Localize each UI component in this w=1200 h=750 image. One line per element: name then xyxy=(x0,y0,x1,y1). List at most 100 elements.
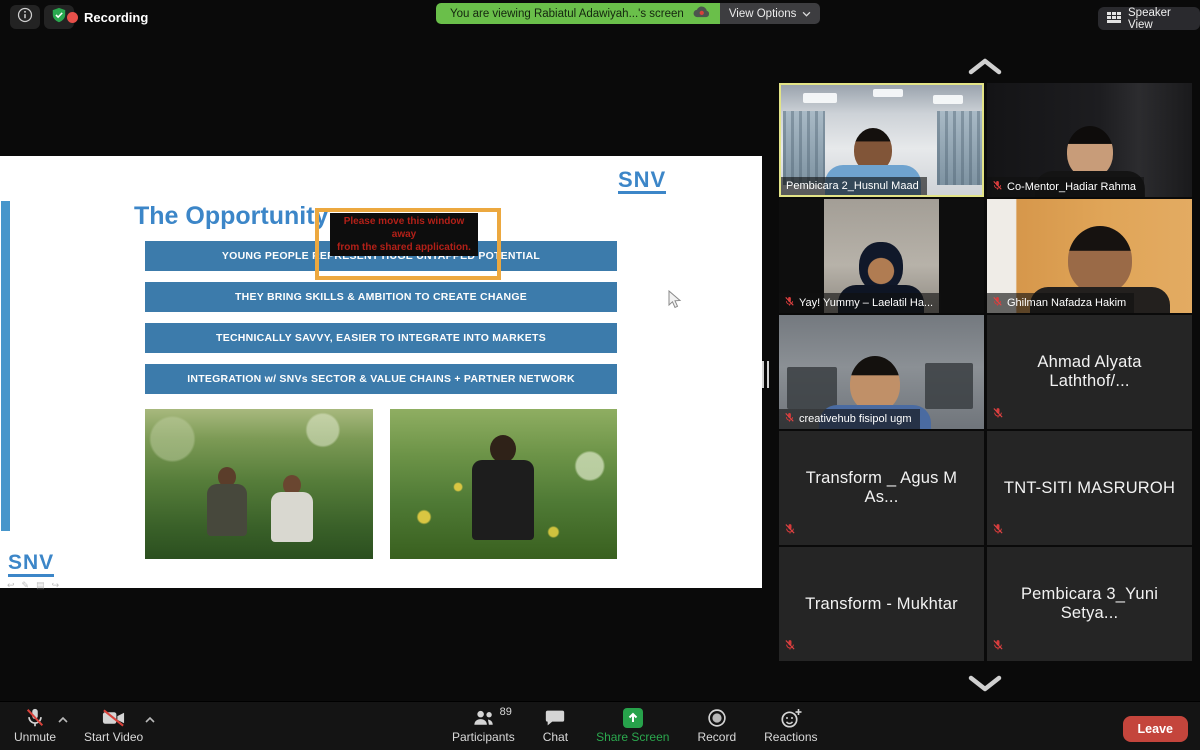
participant-video-grid: Pembicara 2_Husnul Maad Co-Mentor_Hadiar… xyxy=(779,83,1192,661)
slide-title: The Opportunity xyxy=(134,202,329,230)
start-video-button[interactable]: Start Video xyxy=(84,706,155,744)
warning-line-2: from the shared application. xyxy=(337,242,471,253)
banner-text: You are viewing Rabiatul Adawiyah...'s s… xyxy=(450,7,684,20)
participants-button[interactable]: 89 Participants xyxy=(452,706,515,744)
participant-name: Pembicara 2_Husnul Maad xyxy=(786,180,919,192)
slide-left-accent-bar xyxy=(1,201,10,531)
snv-logo-top: SNV xyxy=(618,168,667,195)
speaker-view-icon xyxy=(1107,11,1121,26)
undo-arrow-icon[interactable]: ↩ xyxy=(7,580,22,590)
leave-button[interactable]: Leave xyxy=(1122,716,1188,742)
video-tile-yuni-setya[interactable]: Pembicara 3_Yuni Setya... xyxy=(987,547,1192,661)
participant-name: TNT-SITI MASRUROH xyxy=(1003,478,1176,497)
muted-mic-icon xyxy=(784,296,795,310)
recording-label: Recording xyxy=(84,10,149,25)
redo-arrow-icon[interactable]: ↪ xyxy=(52,580,67,590)
meeting-info-button[interactable] xyxy=(10,5,40,29)
meeting-toolbar: Unmute Start Video 89 Participants Chat … xyxy=(0,701,1200,750)
cloud-recording-icon xyxy=(693,6,710,21)
share-screen-button[interactable]: Share Screen xyxy=(596,706,669,744)
speaker-view-button[interactable]: Speaker View xyxy=(1098,6,1200,31)
ceiling-light xyxy=(803,93,837,103)
participant-name-tag: Yay! Yummy – Laelatil Ha... xyxy=(779,293,942,313)
reactions-label: Reactions xyxy=(764,730,818,744)
toolbar-left-group: Unmute Start Video xyxy=(14,706,155,744)
view-options-label: View Options xyxy=(728,7,797,20)
photo-figure xyxy=(271,475,313,542)
share-screen-label: Share Screen xyxy=(596,730,670,744)
slide-photo-left xyxy=(145,409,373,559)
muted-mic-icon xyxy=(24,706,46,730)
security-shield-icon xyxy=(51,7,67,28)
participants-count: 89 xyxy=(499,706,512,718)
video-tile-hadiar-rahma[interactable]: Co-Mentor_Hadiar Rahma xyxy=(987,83,1192,197)
chat-icon xyxy=(544,706,566,730)
participant-name: Ghilman Nafadza Hakim xyxy=(1007,297,1127,309)
slide-photo-right xyxy=(390,409,617,559)
recording-dot xyxy=(67,12,78,23)
participant-name-tag: Ghilman Nafadza Hakim xyxy=(987,293,1135,313)
chevron-up-icon[interactable] xyxy=(145,713,155,727)
unmute-button[interactable]: Unmute xyxy=(14,706,68,744)
image-icon[interactable]: ▤ xyxy=(36,580,52,590)
slide-bullet-bar-3: TECHNICALLY SAVVY, EASIER TO INTEGRATE I… xyxy=(145,323,617,353)
presentation-tool-icons: ↩✎▤↪ xyxy=(7,580,66,591)
muted-mic-icon xyxy=(784,522,796,540)
pen-icon[interactable]: ✎ xyxy=(22,580,37,590)
participant-name: Yay! Yummy – Laelatil Ha... xyxy=(799,297,934,309)
video-tile-creativehub[interactable]: creativehub fisipol ugm xyxy=(779,315,984,429)
shared-screen-slide: SNV The Opportunity YOUNG PEOPLE REPRESE… xyxy=(0,156,762,591)
muted-mic-icon xyxy=(992,296,1003,310)
muted-mic-icon xyxy=(784,638,796,656)
figure-head xyxy=(850,356,901,412)
video-tile-mukhtar[interactable]: Transform - Mukhtar xyxy=(779,547,984,661)
muted-mic-icon xyxy=(992,180,1003,194)
slide-bullet-bar-4: INTEGRATION w/ SNVs SECTOR & VALUE CHAIN… xyxy=(145,364,617,394)
figure-body xyxy=(207,484,247,536)
chat-button[interactable]: Chat xyxy=(543,706,568,744)
share-screen-icon xyxy=(622,706,643,730)
muted-mic-icon xyxy=(992,638,1004,656)
reactions-button[interactable]: Reactions xyxy=(764,706,818,744)
participant-name-tag: creativehub fisipol ugm xyxy=(779,409,920,429)
slide-bullet-bar-2: THEY BRING SKILLS & AMBITION TO CREATE C… xyxy=(145,282,617,312)
toolbar-center-group: 89 Participants Chat Share Screen Record… xyxy=(452,706,818,744)
info-icon xyxy=(17,7,33,28)
screen-share-banner-text-area: You are viewing Rabiatul Adawiyah...'s s… xyxy=(436,3,720,24)
participant-name: Transform _ Agus M As... xyxy=(805,469,958,506)
zoom-meeting-window: Recording You are viewing Rabiatul Adawi… xyxy=(0,0,1200,750)
ceiling-light xyxy=(933,95,963,104)
participant-name: Pembicara 3_Yuni Setya... xyxy=(1020,585,1159,622)
video-tile-husnul-maad[interactable]: Pembicara 2_Husnul Maad xyxy=(779,83,984,197)
slide-scrollbar-thumb[interactable] xyxy=(762,361,769,388)
video-tile-siti-masruroh[interactable]: TNT-SITI MASRUROH xyxy=(987,431,1192,545)
participant-name: Ahmad Alyata Laththof/... xyxy=(1037,353,1142,390)
mouse-cursor xyxy=(668,289,682,314)
participants-icon: 89 xyxy=(471,706,512,730)
video-tile-ghilman[interactable]: Ghilman Nafadza Hakim xyxy=(987,199,1192,313)
scroll-up-icon[interactable] xyxy=(967,57,1003,81)
screen-share-banner: You are viewing Rabiatul Adawiyah...'s s… xyxy=(436,3,821,24)
participants-label: Participants xyxy=(452,730,515,744)
scroll-down-icon[interactable] xyxy=(967,674,1003,698)
figure-body xyxy=(271,492,313,542)
video-tile-laelatil[interactable]: Yay! Yummy – Laelatil Ha... xyxy=(779,199,984,313)
video-tile-agus[interactable]: Transform _ Agus M As... xyxy=(779,431,984,545)
muted-mic-icon xyxy=(784,412,795,426)
chevron-up-icon[interactable] xyxy=(58,713,68,727)
muted-mic-icon xyxy=(992,406,1004,424)
view-options-dropdown[interactable]: View Options xyxy=(719,3,821,24)
record-button[interactable]: Record xyxy=(697,706,736,744)
classroom-chair xyxy=(925,363,973,409)
figure-head xyxy=(1067,226,1132,294)
participant-name-tag: Pembicara 2_Husnul Maad xyxy=(781,177,927,195)
muted-mic-icon xyxy=(992,522,1004,540)
participant-name: Transform - Mukhtar xyxy=(805,594,958,613)
figure-body xyxy=(472,460,534,540)
chevron-down-icon xyxy=(802,8,811,20)
reactions-icon xyxy=(779,706,803,730)
office-window xyxy=(937,111,982,185)
photo-figure xyxy=(472,435,534,540)
speaker-view-label: Speaker View xyxy=(1128,6,1171,31)
video-tile-ahmad-alyata[interactable]: Ahmad Alyata Laththof/... xyxy=(987,315,1192,429)
